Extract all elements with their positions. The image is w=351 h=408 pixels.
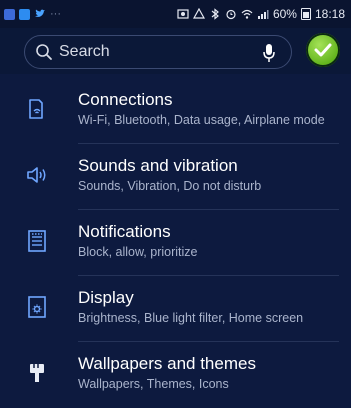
settings-item-connections[interactable]: Connections Wi-Fi, Bluetooth, Data usage… xyxy=(0,78,351,144)
settings-list: Connections Wi-Fi, Bluetooth, Data usage… xyxy=(0,78,351,408)
search-bar-row: Search xyxy=(0,28,351,74)
notifications-icon xyxy=(24,228,50,254)
settings-item-subtitle: Brightness, Blue light filter, Home scre… xyxy=(78,311,304,325)
message-notification-icon xyxy=(19,8,30,20)
notification-icons: ··· xyxy=(4,8,61,20)
settings-item-subtitle: Block, allow, prioritize xyxy=(78,245,198,259)
gallery-notification-icon xyxy=(4,8,15,20)
connections-icon xyxy=(24,96,50,122)
settings-item-title: Display xyxy=(78,288,134,307)
display-icon xyxy=(24,294,50,320)
image-icon xyxy=(177,9,189,19)
settings-item-title: Sounds and vibration xyxy=(78,156,238,175)
search-placeholder: Search xyxy=(59,43,110,60)
brush-icon xyxy=(24,360,50,386)
signal-icon xyxy=(257,10,269,19)
check-button[interactable] xyxy=(306,33,340,67)
search-input[interactable]: Search xyxy=(24,35,292,69)
bluetooth-icon xyxy=(211,8,219,20)
settings-item-title: Connections xyxy=(78,90,173,109)
settings-item-wallpapers[interactable]: Wallpapers and themes Wallpapers, Themes… xyxy=(0,342,351,408)
battery-icon xyxy=(300,8,311,20)
settings-item-title: Notifications xyxy=(78,222,171,241)
settings-item-subtitle: Wi-Fi, Bluetooth, Data usage, Airplane m… xyxy=(78,113,325,127)
twitter-notification-icon xyxy=(35,9,45,17)
settings-item-title: Wallpapers and themes xyxy=(78,354,256,373)
sound-icon xyxy=(24,162,50,188)
status-icons: 60% 18:18 xyxy=(177,7,345,21)
more-notifications-icon: ··· xyxy=(50,8,61,20)
battery-percent: 60% xyxy=(272,7,297,21)
checkmark-icon xyxy=(314,43,332,57)
clock: 18:18 xyxy=(314,7,345,21)
settings-item-subtitle: Wallpapers, Themes, Icons xyxy=(78,377,229,391)
wifi-icon xyxy=(241,9,253,19)
search-icon xyxy=(36,44,52,60)
settings-item-sounds[interactable]: Sounds and vibration Sounds, Vibration, … xyxy=(0,144,351,210)
settings-item-display[interactable]: Display Brightness, Blue light filter, H… xyxy=(0,276,351,342)
microphone-icon[interactable] xyxy=(263,43,275,63)
alert-icon xyxy=(192,8,205,19)
settings-item-notifications[interactable]: Notifications Block, allow, prioritize xyxy=(0,210,351,276)
alarm-icon xyxy=(226,9,236,20)
status-bar: ··· 60% 18:18 xyxy=(0,0,351,28)
settings-item-subtitle: Sounds, Vibration, Do not disturb xyxy=(78,179,262,193)
